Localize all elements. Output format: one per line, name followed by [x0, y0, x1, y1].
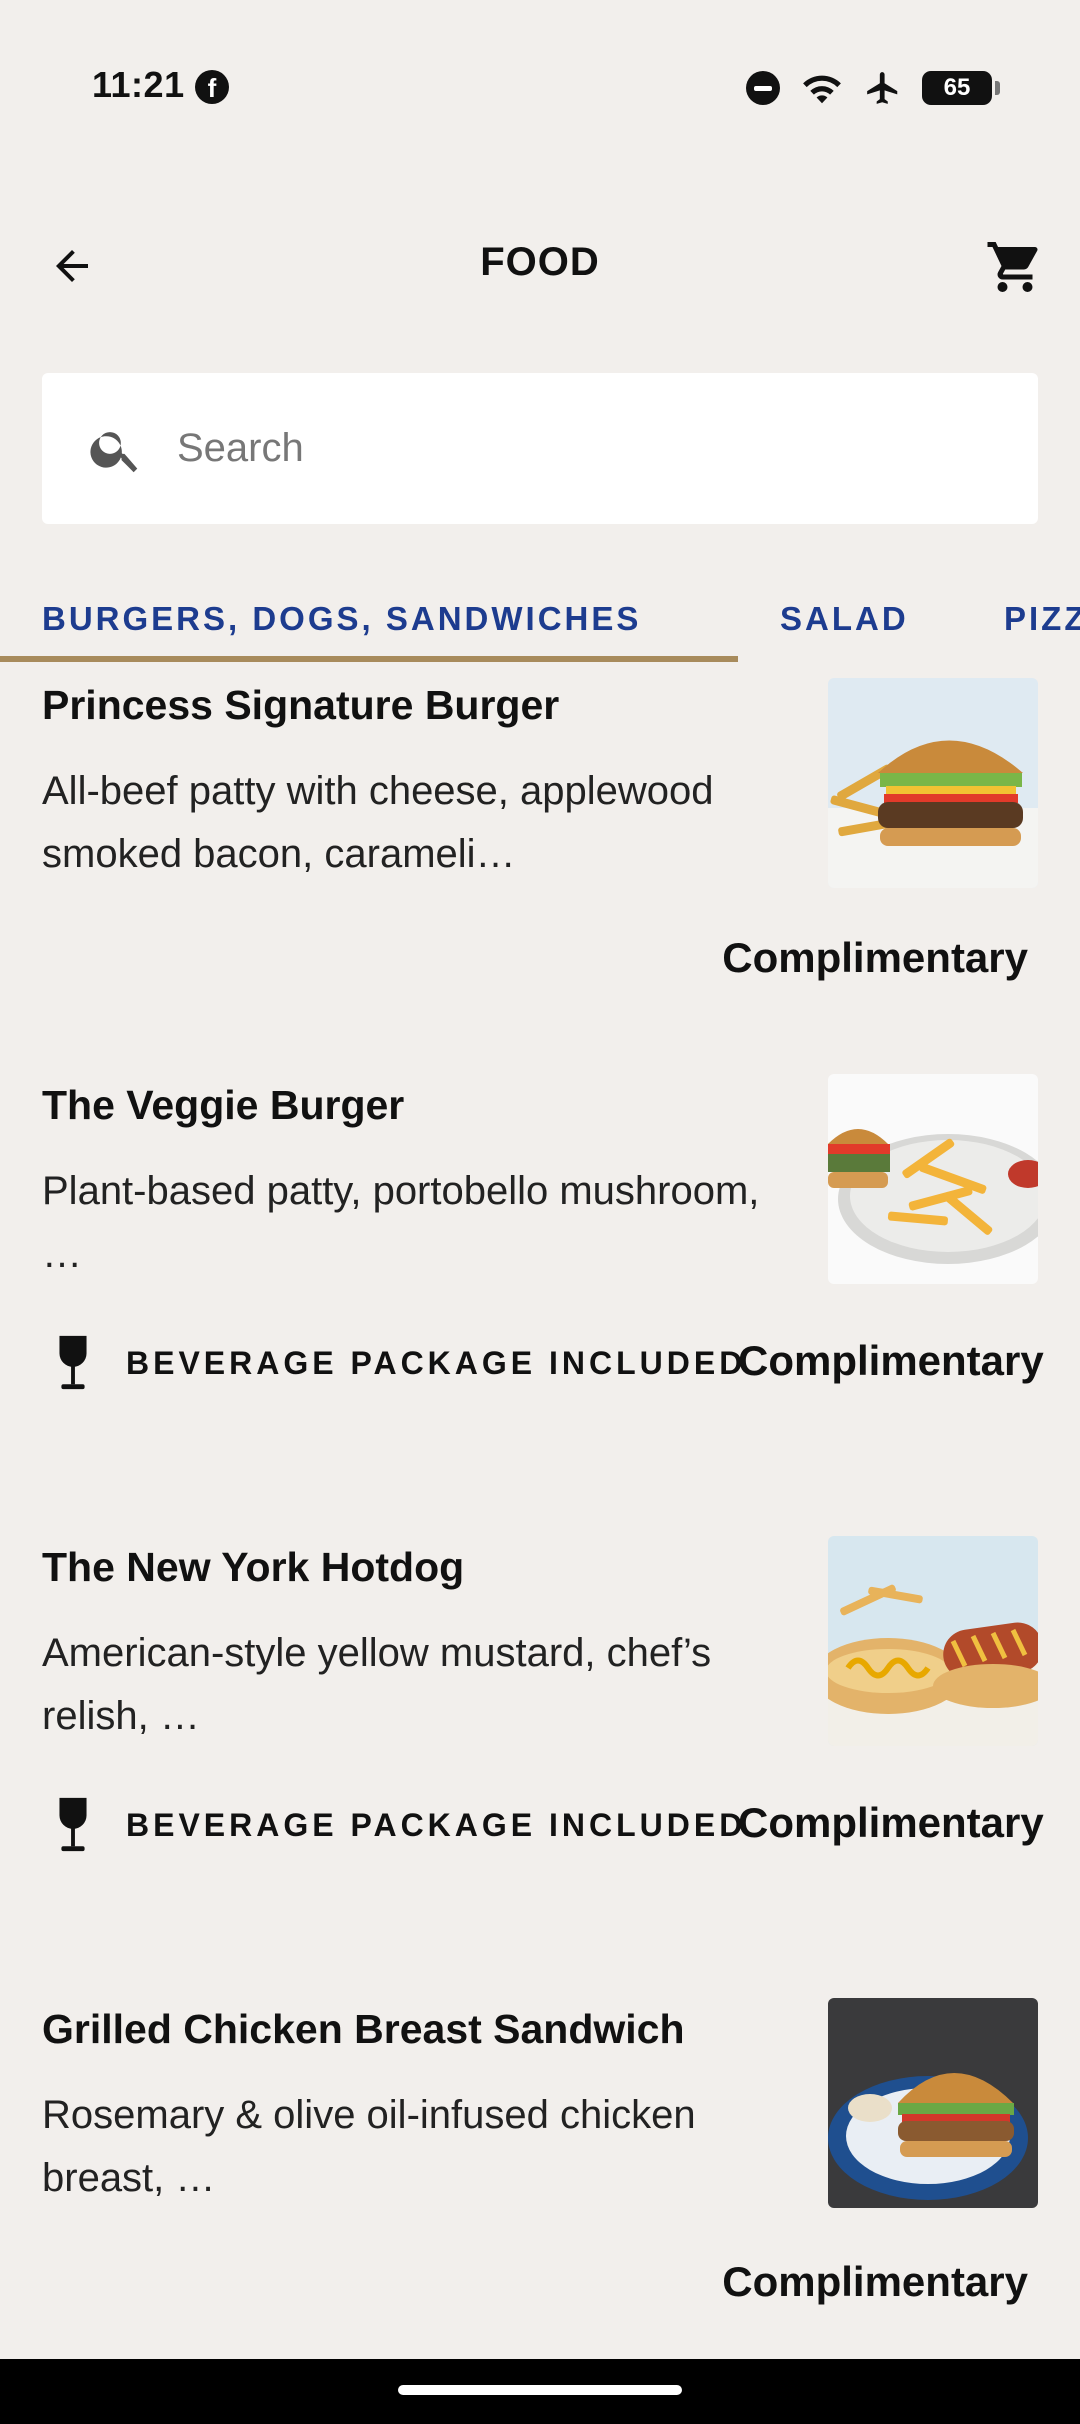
airplane-icon [867, 72, 898, 104]
do-not-disturb-icon [746, 71, 780, 105]
tab-burgers-dogs-sandwiches[interactable]: BURGERS, DOGS, SANDWICHES [42, 600, 641, 638]
navigation-bar [0, 2359, 1080, 2424]
cart-icon [987, 242, 1038, 292]
hotdog-image [828, 1536, 1038, 1746]
wine-glass-icon [42, 1794, 104, 1856]
beverage-package-row: BEVERAGE PACKAGE INCLUDED [42, 1794, 746, 1856]
wifi-icon [803, 75, 841, 104]
chicken-sandwich-image [828, 1998, 1038, 2208]
item-description: All-beef patty with cheese, applewood sm… [42, 769, 714, 876]
status-time: 11:21 [92, 64, 185, 105]
item-price: Complimentary [722, 2258, 1028, 2305]
item-name: Princess Signature Burger [42, 682, 560, 728]
tab-pizza[interactable]: PIZZ [1004, 600, 1080, 638]
item-description: American-style yellow mustard, chef’s re… [42, 1631, 712, 1738]
item-name: The New York Hotdog [42, 1544, 465, 1590]
item-price: Complimentary [722, 934, 1028, 981]
beverage-package-label: BEVERAGE PACKAGE INCLUDED [126, 1344, 747, 1381]
item-description: Rosemary & olive oil-infused chicken bre… [42, 2093, 696, 2200]
item-description: Plant-based patty, portobello mushroom, … [42, 1169, 760, 1276]
item-name: The Veggie Burger [42, 1082, 405, 1128]
search-input[interactable] [177, 373, 997, 524]
battery-level: 65 [943, 74, 971, 101]
app-bar: FOOD [0, 220, 1080, 310]
search-box[interactable] [42, 373, 1038, 524]
burger-with-fries-image [828, 678, 1038, 888]
item-price: Complimentary [738, 1337, 1044, 1384]
tab-salad[interactable]: SALAD [780, 600, 909, 638]
veggie-burger-with-fries-image [828, 1074, 1038, 1284]
selected-tab-indicator [0, 656, 738, 662]
wine-glass-icon [42, 1332, 104, 1394]
home-gesture-handle[interactable] [398, 2385, 682, 2395]
page-title: FOOD [480, 240, 600, 284]
category-tabs: BURGERS, DOGS, SANDWICHES SALAD PIZZ [0, 590, 1080, 670]
search-icon [90, 432, 138, 473]
item-name: Grilled Chicken Breast Sandwich [42, 2006, 685, 2052]
item-price: Complimentary [738, 1799, 1044, 1846]
beverage-package-row: BEVERAGE PACKAGE INCLUDED [42, 1332, 746, 1394]
battery-icon: 65 [922, 71, 1000, 105]
cart-button[interactable] [980, 232, 1050, 302]
food-menu-screen: 11:21 f 65 FOOD Search BURGERS, DOGS, SA… [0, 0, 1080, 2424]
facebook-icon: f [195, 70, 229, 104]
status-bar: 11:21 f 65 [0, 0, 1080, 175]
status-icons: 65 [746, 64, 1000, 112]
beverage-package-label: BEVERAGE PACKAGE INCLUDED [126, 1806, 747, 1843]
